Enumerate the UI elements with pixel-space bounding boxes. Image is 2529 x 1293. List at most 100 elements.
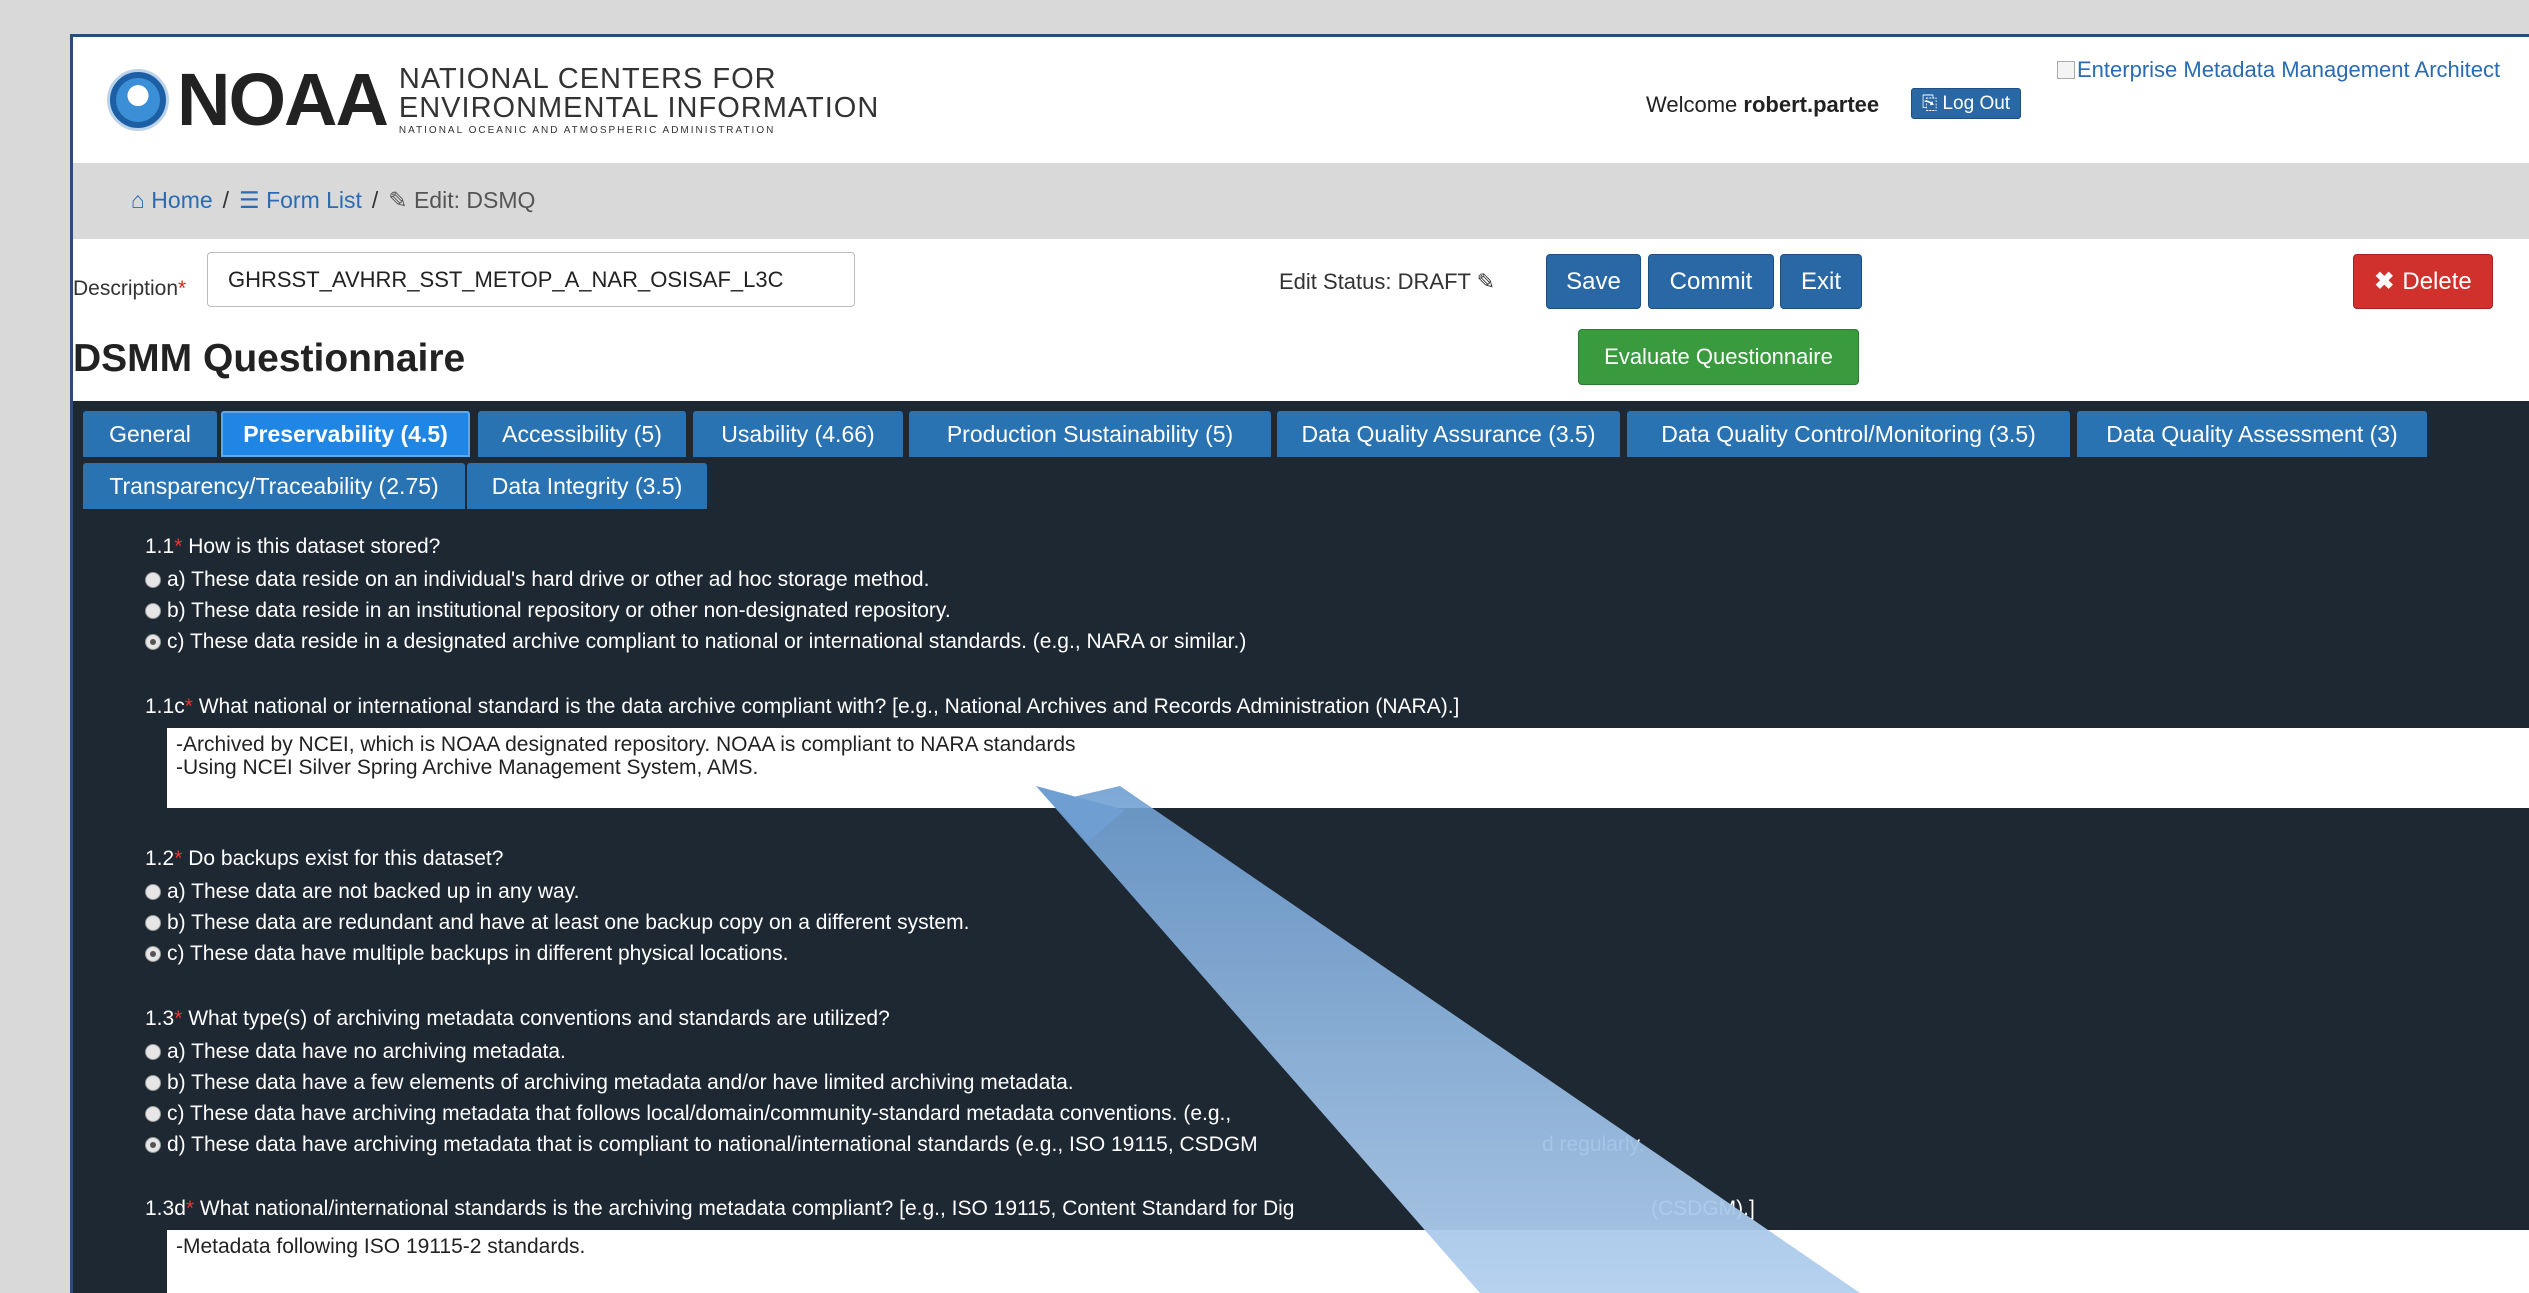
option-1-1-a[interactable]: a) These data reside on an individual's …	[145, 568, 929, 592]
required-marker: *	[184, 695, 193, 718]
tab-transparency-traceability[interactable]: Transparency/Traceability (2.75)	[83, 463, 465, 509]
logo-noaa-text: NOAA	[177, 58, 389, 141]
breadcrumb-current-label: Edit: DSMQ	[413, 187, 536, 213]
option-label: b) These data have a few elements of arc…	[167, 1071, 1074, 1094]
option-label: a) These data are not backed up in any w…	[167, 880, 580, 903]
commit-button[interactable]: Commit	[1648, 254, 1774, 309]
question-text: What type(s) of archiving metadata conve…	[188, 1007, 890, 1030]
tab-data-quality-assurance[interactable]: Data Quality Assurance (3.5)	[1277, 411, 1620, 457]
option-1-3-c[interactable]: c) These data have archiving metadata th…	[145, 1102, 1231, 1126]
tab-data-quality-control[interactable]: Data Quality Control/Monitoring (3.5)	[1627, 411, 2070, 457]
option-label: c) These data reside in a designated arc…	[167, 630, 1247, 653]
radio-button[interactable]	[145, 1106, 161, 1122]
option-label: b) These data reside in an institutional…	[167, 599, 951, 622]
breadcrumb: ⌂ Home / ☰ Form List / ✎ Edit: DSMQ	[131, 187, 535, 214]
breadcrumb-separator: /	[371, 187, 379, 213]
username: robert.partee	[1743, 92, 1880, 117]
welcome-text: Welcome robert.partee	[1646, 92, 1879, 118]
tab-data-integrity[interactable]: Data Integrity (3.5)	[467, 463, 707, 509]
required-marker: *	[178, 277, 187, 300]
radio-button-selected[interactable]	[145, 946, 161, 962]
logout-button[interactable]: ⎘ Log Out	[1911, 88, 2022, 119]
required-marker: *	[174, 1007, 183, 1030]
description-label: Description*	[73, 277, 186, 301]
option-1-3-d-tail: d regularly.	[1542, 1133, 1645, 1156]
required-marker: *	[185, 1197, 195, 1220]
logo-line3: NATIONAL OCEANIC AND ATMOSPHERIC ADMINIS…	[398, 124, 776, 136]
tab-data-quality-assessment[interactable]: Data Quality Assessment (3)	[2077, 411, 2427, 457]
logout-icon: ⎘	[1922, 93, 1938, 114]
question-number: 1.1c	[145, 695, 185, 718]
logo-line1: NATIONAL CENTERS FOR	[398, 62, 777, 95]
list-icon: ☰	[239, 187, 260, 213]
breadcrumb-home[interactable]: ⌂ Home	[131, 187, 213, 214]
breadcrumb-current: ✎ Edit: DSMQ	[388, 187, 535, 214]
app-window: NOAA NATIONAL CENTERS FOR ENVIRONMENTAL …	[70, 34, 2529, 1293]
page-title: DSMM Questionnaire	[73, 337, 466, 380]
edit-icon: ✎	[388, 187, 408, 213]
question-1-3: 1.3* What type(s) of archiving metadata …	[145, 1007, 890, 1031]
option-1-2-a[interactable]: a) These data are not backed up in any w…	[145, 880, 579, 904]
description-input[interactable]	[207, 252, 855, 307]
tab-production-sustainability[interactable]: Production Sustainability (5)	[909, 411, 1271, 457]
option-label: a) These data reside on an individual's …	[167, 568, 930, 591]
answer-1-3d-textarea[interactable]: -Metadata following ISO 19115-2 standard…	[167, 1230, 2529, 1293]
questionnaire-panel: General Preservability (4.5) Accessibili…	[73, 401, 2529, 1293]
edit-status-text: Edit Status: DRAFT	[1279, 269, 1471, 294]
welcome-prefix: Welcome	[1646, 92, 1738, 117]
delete-button[interactable]: ✖ Delete	[2353, 254, 2493, 309]
radio-button[interactable]	[145, 1044, 161, 1060]
logout-label: Log Out	[1942, 93, 2011, 114]
radio-button-selected[interactable]	[145, 1137, 161, 1153]
breadcrumb-home-label: Home	[151, 187, 213, 213]
description-label-text: Description	[73, 277, 179, 300]
required-marker: *	[174, 535, 183, 558]
breadcrumb-separator: /	[222, 187, 230, 213]
radio-button[interactable]	[145, 884, 161, 900]
answer-1-1c-textarea[interactable]: -Archived by NCEI, which is NOAA designa…	[167, 728, 2529, 808]
radio-button[interactable]	[145, 603, 161, 619]
option-label: a) These data have no archiving metadata…	[167, 1040, 566, 1063]
radio-button[interactable]	[145, 572, 161, 588]
radio-button-selected[interactable]	[145, 634, 161, 650]
option-1-3-d[interactable]: d) These data have archiving metadata th…	[145, 1133, 1258, 1157]
option-1-2-c[interactable]: c) These data have multiple backups in d…	[145, 942, 788, 966]
close-icon: ✖	[2374, 268, 2395, 295]
exit-button[interactable]: Exit	[1780, 254, 1862, 309]
noaa-emblem-icon	[107, 69, 169, 131]
tab-preservability[interactable]: Preservability (4.5)	[221, 411, 470, 457]
option-1-1-b[interactable]: b) These data reside in an institutional…	[145, 599, 951, 623]
logo-ncei-text: NATIONAL CENTERS FOR ENVIRONMENTAL INFOR…	[398, 62, 879, 136]
option-label: c) These data have archiving metadata th…	[167, 1102, 1232, 1125]
question-number: 1.3d	[145, 1197, 186, 1220]
question-number: 1.2	[145, 847, 175, 870]
radio-button[interactable]	[145, 1075, 161, 1091]
tab-usability[interactable]: Usability (4.66)	[693, 411, 903, 457]
tab-accessibility[interactable]: Accessibility (5)	[478, 411, 686, 457]
site-header: NOAA NATIONAL CENTERS FOR ENVIRONMENTAL …	[73, 37, 2529, 163]
delete-label: Delete	[2402, 267, 2472, 295]
question-number: 1.1	[145, 535, 175, 558]
option-1-3-a[interactable]: a) These data have no archiving metadata…	[145, 1040, 566, 1064]
home-icon: ⌂	[131, 187, 145, 213]
question-1-3d-tail: (CSDGM).]	[1651, 1197, 1755, 1220]
required-marker: *	[174, 847, 183, 870]
option-label: d) These data have archiving metadata th…	[167, 1133, 1258, 1156]
option-label: c) These data have multiple backups in d…	[167, 942, 789, 965]
radio-button[interactable]	[145, 915, 161, 931]
edit-status: Edit Status: DRAFT ✎	[1279, 269, 1495, 295]
question-1-1c: 1.1c* What national or international sta…	[145, 695, 1459, 719]
breadcrumb-form-list-label: Form List	[266, 187, 362, 213]
save-button[interactable]: Save	[1546, 254, 1641, 309]
option-1-3-b[interactable]: b) These data have a few elements of arc…	[145, 1071, 1074, 1095]
breadcrumb-form-list[interactable]: ☰ Form List	[239, 187, 362, 214]
option-1-2-b[interactable]: b) These data are redundant and have at …	[145, 911, 969, 935]
question-text: Do backups exist for this dataset?	[188, 847, 504, 870]
option-1-1-c[interactable]: c) These data reside in a designated arc…	[145, 630, 1246, 654]
tab-general[interactable]: General	[83, 411, 217, 457]
question-1-3d: 1.3d* What national/international standa…	[145, 1197, 1295, 1221]
question-text: What national/international standards is…	[199, 1197, 1295, 1220]
broken-image-link[interactable]: Enterprise Metadata Management Architect	[2057, 57, 2500, 83]
ncei-logo[interactable]: NOAA NATIONAL CENTERS FOR ENVIRONMENTAL …	[107, 63, 879, 137]
evaluate-questionnaire-button[interactable]: Evaluate Questionnaire	[1578, 329, 1859, 385]
